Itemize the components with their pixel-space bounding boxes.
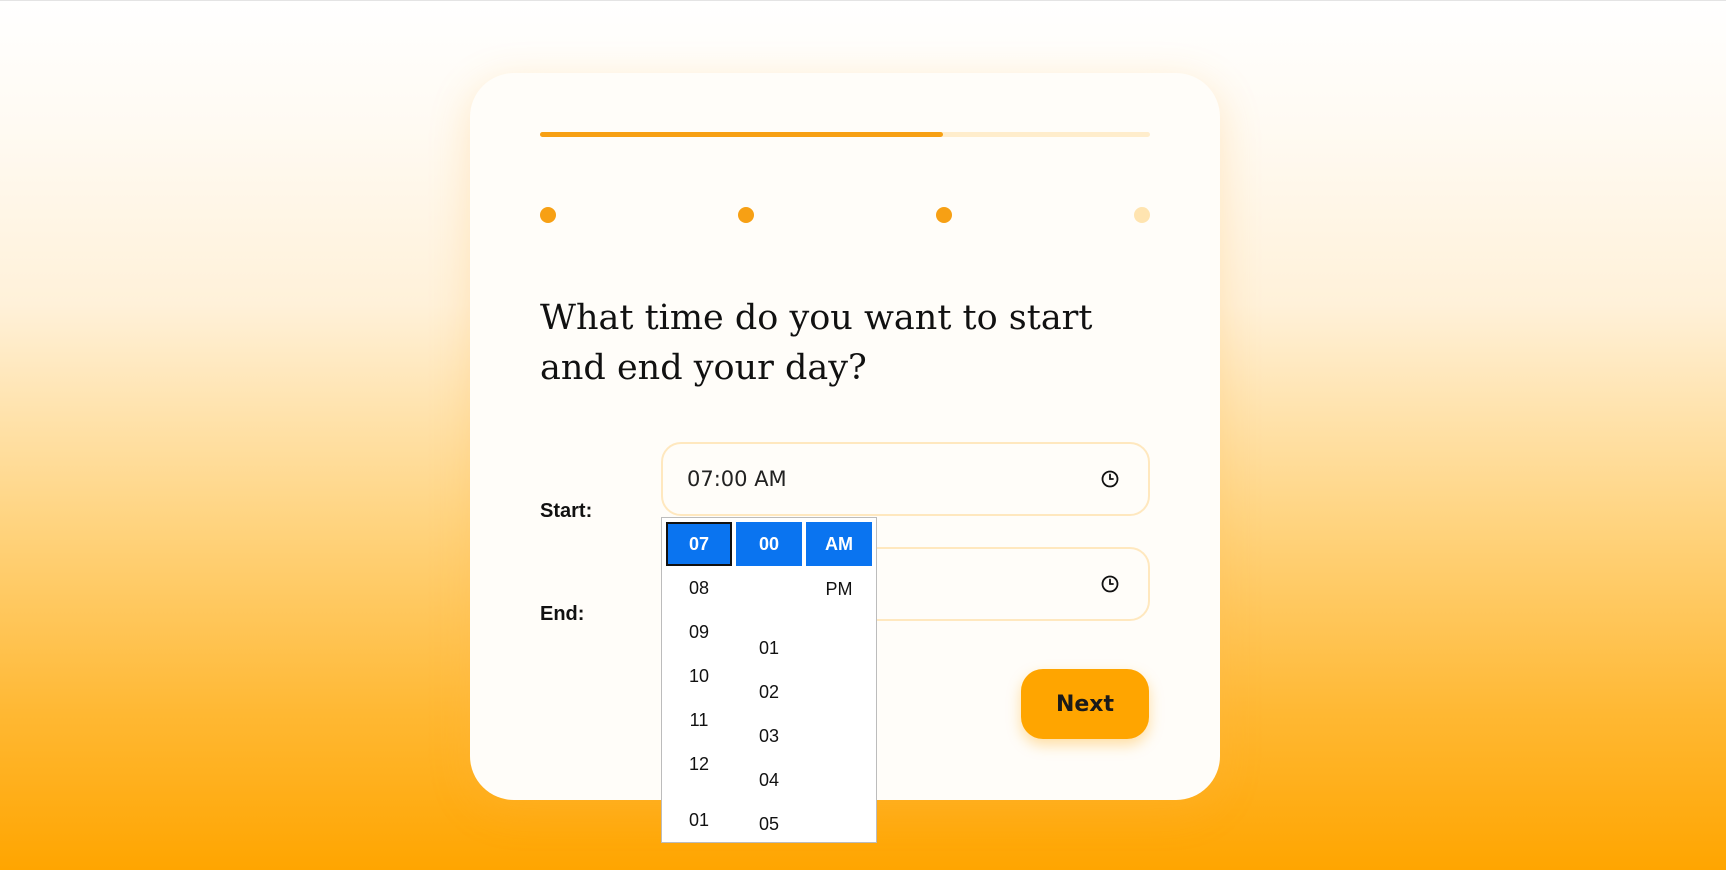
step-indicator — [540, 207, 1150, 223]
period-option[interactable]: AM — [806, 522, 872, 566]
period-option[interactable]: PM — [806, 567, 872, 611]
minute-option[interactable]: 00 — [736, 522, 802, 566]
clock-icon[interactable] — [1100, 574, 1120, 594]
start-time-input[interactable]: 07:00 AM — [661, 442, 1150, 516]
step-dot — [540, 207, 556, 223]
hour-option[interactable]: 09 — [666, 610, 732, 654]
step-dot — [936, 207, 952, 223]
hour-option[interactable]: 01 — [666, 798, 732, 842]
minute-option[interactable]: 01 — [736, 626, 802, 670]
progress-fill — [540, 132, 943, 137]
start-label: Start: — [540, 500, 593, 522]
minute-option[interactable]: 05 — [736, 802, 802, 842]
time-picker-dropdown[interactable]: 07 08 09 10 11 12 01 00 01 02 03 04 05 AM PM — [661, 517, 877, 843]
hour-option[interactable]: 08 — [666, 566, 732, 610]
step-dot — [1134, 207, 1150, 223]
end-label: End: — [540, 603, 585, 625]
minute-option[interactable]: 02 — [736, 670, 802, 714]
minute-option[interactable]: 03 — [736, 714, 802, 758]
start-time-value: 07:00 AM — [687, 467, 787, 491]
minute-option[interactable]: 04 — [736, 758, 802, 802]
hour-option[interactable]: 11 — [666, 698, 732, 742]
hour-option[interactable]: 10 — [666, 654, 732, 698]
hour-option[interactable]: 07 — [666, 522, 732, 566]
clock-icon[interactable] — [1100, 469, 1120, 489]
hour-option[interactable]: 12 — [666, 742, 732, 786]
step-dot — [738, 207, 754, 223]
progress-bar — [540, 132, 1150, 137]
next-button[interactable]: Next — [1021, 669, 1149, 739]
question-title: What time do you want to start and end y… — [540, 298, 1093, 388]
